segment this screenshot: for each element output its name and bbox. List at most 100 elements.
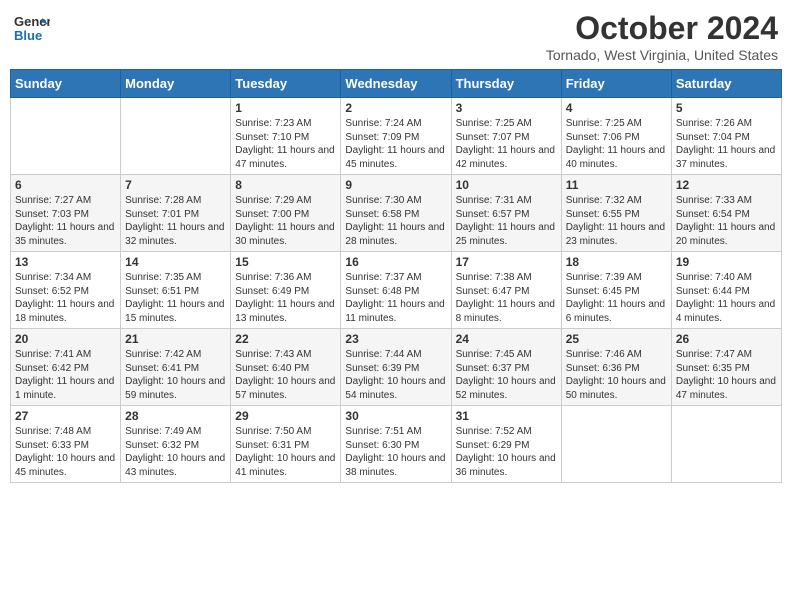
day-info: Sunrise: 7:25 AM Sunset: 7:06 PM Dayligh… bbox=[566, 117, 667, 171]
title-section: October 2024 Tornado, West Virginia, Uni… bbox=[546, 10, 778, 63]
logo-icon: General Blue bbox=[14, 10, 50, 46]
day-number: 15 bbox=[235, 255, 336, 269]
day-number: 9 bbox=[345, 178, 446, 192]
day-info: Sunrise: 7:37 AM Sunset: 6:48 PM Dayligh… bbox=[345, 271, 446, 325]
calendar-cell: 28Sunrise: 7:49 AM Sunset: 6:32 PM Dayli… bbox=[121, 406, 231, 483]
day-number: 2 bbox=[345, 101, 446, 115]
day-info: Sunrise: 7:43 AM Sunset: 6:40 PM Dayligh… bbox=[235, 348, 336, 402]
weekday-header-sunday: Sunday bbox=[11, 70, 121, 98]
calendar-cell: 6 Sunrise: 7:27 AM Sunset: 7:03 PM Daylig… bbox=[11, 175, 121, 252]
day-number: 24 bbox=[456, 332, 557, 346]
calendar-cell: 13 Sunrise: 7:34 AM Sunset: 6:52 PM Dayli… bbox=[11, 252, 121, 329]
day-info: Sunrise: 7:38 AM Sunset: 6:47 PM Dayligh… bbox=[456, 271, 557, 325]
day-info: Sunrise: 7:45 AM Sunset: 6:37 PM Dayligh… bbox=[456, 348, 557, 402]
day-number: 20 bbox=[15, 332, 116, 346]
page-header: General Blue October 2024 Tornado, West … bbox=[10, 10, 782, 63]
day-number: 29 bbox=[235, 409, 336, 423]
day-number: 10 bbox=[456, 178, 557, 192]
day-info: Sunrise: 7:30 AM Sunset: 6:58 PM Dayligh… bbox=[345, 194, 446, 248]
day-info: Sunrise: 7:47 AM Sunset: 6:35 PM Dayligh… bbox=[676, 348, 777, 402]
weekday-header-monday: Monday bbox=[121, 70, 231, 98]
day-info: Sunrise: 7:33 AM Sunset: 6:54 PM Dayligh… bbox=[676, 194, 777, 248]
day-info: Sunrise: 7:23 AM Sunset: 7:10 PM Dayligh… bbox=[235, 117, 336, 171]
day-number: 8 bbox=[235, 178, 336, 192]
calendar-cell: 21 Sunrise: 7:42 AM Sunset: 6:41 PM Dayli… bbox=[121, 329, 231, 406]
calendar-cell: 9 Sunrise: 7:30 AM Sunset: 6:58 PM Daylig… bbox=[341, 175, 451, 252]
day-number: 27 bbox=[15, 409, 116, 423]
day-number: 12 bbox=[676, 178, 777, 192]
calendar-week-2: 6 Sunrise: 7:27 AM Sunset: 7:03 PM Daylig… bbox=[11, 175, 782, 252]
calendar-cell bbox=[671, 406, 781, 483]
day-number: 13 bbox=[15, 255, 116, 269]
calendar-cell: 27 Sunrise: 7:48 AM Sunset: 6:33 PM Dayli… bbox=[11, 406, 121, 483]
calendar-table: SundayMondayTuesdayWednesdayThursdayFrid… bbox=[10, 69, 782, 483]
day-number: 7 bbox=[125, 178, 226, 192]
calendar-cell: 12 Sunrise: 7:33 AM Sunset: 6:54 PM Dayli… bbox=[671, 175, 781, 252]
calendar-cell: 18Sunrise: 7:39 AM Sunset: 6:45 PM Dayli… bbox=[561, 252, 671, 329]
day-number: 3 bbox=[456, 101, 557, 115]
calendar-cell: 20 Sunrise: 7:41 AM Sunset: 6:42 PM Dayli… bbox=[11, 329, 121, 406]
calendar-cell bbox=[11, 98, 121, 175]
calendar-week-3: 13 Sunrise: 7:34 AM Sunset: 6:52 PM Dayli… bbox=[11, 252, 782, 329]
day-number: 25 bbox=[566, 332, 667, 346]
day-number: 11 bbox=[566, 178, 667, 192]
day-number: 5 bbox=[676, 101, 777, 115]
day-info: Sunrise: 7:24 AM Sunset: 7:09 PM Dayligh… bbox=[345, 117, 446, 171]
day-info: Sunrise: 7:50 AM Sunset: 6:31 PM Dayligh… bbox=[235, 425, 336, 479]
day-info: Sunrise: 7:31 AM Sunset: 6:57 PM Dayligh… bbox=[456, 194, 557, 248]
day-info: Sunrise: 7:35 AM Sunset: 6:51 PM Dayligh… bbox=[125, 271, 226, 325]
logo: General Blue bbox=[14, 10, 50, 46]
calendar-cell: 8 Sunrise: 7:29 AM Sunset: 7:00 PM Daylig… bbox=[231, 175, 341, 252]
day-number: 23 bbox=[345, 332, 446, 346]
calendar-cell: 15 Sunrise: 7:36 AM Sunset: 6:49 PM Dayli… bbox=[231, 252, 341, 329]
calendar-cell: 10 Sunrise: 7:31 AM Sunset: 6:57 PM Dayli… bbox=[451, 175, 561, 252]
calendar-cell: 14 Sunrise: 7:35 AM Sunset: 6:51 PM Dayli… bbox=[121, 252, 231, 329]
calendar-week-5: 27 Sunrise: 7:48 AM Sunset: 6:33 PM Dayli… bbox=[11, 406, 782, 483]
calendar-cell: 5 Sunrise: 7:26 AM Sunset: 7:04 PM Daylig… bbox=[671, 98, 781, 175]
calendar-cell: 25Sunrise: 7:46 AM Sunset: 6:36 PM Dayli… bbox=[561, 329, 671, 406]
calendar-week-4: 20 Sunrise: 7:41 AM Sunset: 6:42 PM Dayli… bbox=[11, 329, 782, 406]
calendar-cell: 30 Sunrise: 7:51 AM Sunset: 6:30 PM Dayli… bbox=[341, 406, 451, 483]
day-info: Sunrise: 7:41 AM Sunset: 6:42 PM Dayligh… bbox=[15, 348, 116, 402]
calendar-cell: 17 Sunrise: 7:38 AM Sunset: 6:47 PM Dayli… bbox=[451, 252, 561, 329]
day-number: 14 bbox=[125, 255, 226, 269]
day-number: 26 bbox=[676, 332, 777, 346]
svg-text:Blue: Blue bbox=[14, 28, 42, 43]
day-info: Sunrise: 7:49 AM Sunset: 6:32 PM Dayligh… bbox=[125, 425, 226, 479]
day-number: 17 bbox=[456, 255, 557, 269]
location: Tornado, West Virginia, United States bbox=[546, 47, 778, 63]
day-info: Sunrise: 7:42 AM Sunset: 6:41 PM Dayligh… bbox=[125, 348, 226, 402]
calendar-cell: 23 Sunrise: 7:44 AM Sunset: 6:39 PM Dayli… bbox=[341, 329, 451, 406]
calendar-cell: 31Sunrise: 7:52 AM Sunset: 6:29 PM Dayli… bbox=[451, 406, 561, 483]
day-info: Sunrise: 7:29 AM Sunset: 7:00 PM Dayligh… bbox=[235, 194, 336, 248]
calendar-week-1: 1 Sunrise: 7:23 AM Sunset: 7:10 PM Daylig… bbox=[11, 98, 782, 175]
calendar-cell: 7 Sunrise: 7:28 AM Sunset: 7:01 PM Daylig… bbox=[121, 175, 231, 252]
month-title: October 2024 bbox=[546, 10, 778, 47]
day-info: Sunrise: 7:36 AM Sunset: 6:49 PM Dayligh… bbox=[235, 271, 336, 325]
calendar-cell bbox=[561, 406, 671, 483]
day-info: Sunrise: 7:51 AM Sunset: 6:30 PM Dayligh… bbox=[345, 425, 446, 479]
day-number: 16 bbox=[345, 255, 446, 269]
calendar-cell: 19Sunrise: 7:40 AM Sunset: 6:44 PM Dayli… bbox=[671, 252, 781, 329]
day-number: 30 bbox=[345, 409, 446, 423]
day-info: Sunrise: 7:27 AM Sunset: 7:03 PM Dayligh… bbox=[15, 194, 116, 248]
day-number: 18 bbox=[566, 255, 667, 269]
day-number: 31 bbox=[456, 409, 557, 423]
weekday-header-thursday: Thursday bbox=[451, 70, 561, 98]
calendar-cell: 16 Sunrise: 7:37 AM Sunset: 6:48 PM Dayli… bbox=[341, 252, 451, 329]
weekday-header-friday: Friday bbox=[561, 70, 671, 98]
day-info: Sunrise: 7:34 AM Sunset: 6:52 PM Dayligh… bbox=[15, 271, 116, 325]
day-info: Sunrise: 7:25 AM Sunset: 7:07 PM Dayligh… bbox=[456, 117, 557, 171]
day-info: Sunrise: 7:44 AM Sunset: 6:39 PM Dayligh… bbox=[345, 348, 446, 402]
day-number: 1 bbox=[235, 101, 336, 115]
day-number: 6 bbox=[15, 178, 116, 192]
day-number: 21 bbox=[125, 332, 226, 346]
weekday-header-saturday: Saturday bbox=[671, 70, 781, 98]
calendar-cell: 2 Sunrise: 7:24 AM Sunset: 7:09 PM Daylig… bbox=[341, 98, 451, 175]
calendar-cell: 11Sunrise: 7:32 AM Sunset: 6:55 PM Dayli… bbox=[561, 175, 671, 252]
day-info: Sunrise: 7:48 AM Sunset: 6:33 PM Dayligh… bbox=[15, 425, 116, 479]
day-info: Sunrise: 7:26 AM Sunset: 7:04 PM Dayligh… bbox=[676, 117, 777, 171]
day-number: 19 bbox=[676, 255, 777, 269]
day-info: Sunrise: 7:28 AM Sunset: 7:01 PM Dayligh… bbox=[125, 194, 226, 248]
calendar-cell: 24 Sunrise: 7:45 AM Sunset: 6:37 PM Dayli… bbox=[451, 329, 561, 406]
